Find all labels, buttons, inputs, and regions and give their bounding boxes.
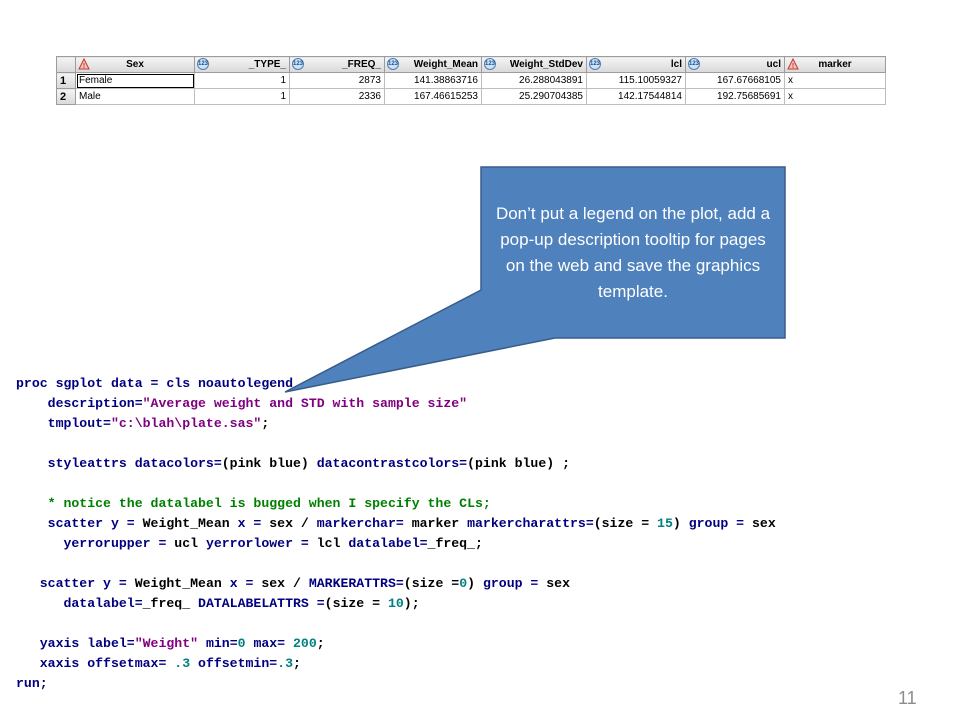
code-token: marker — [411, 516, 468, 531]
code-token: markerchar= — [316, 516, 412, 531]
code-token: lcl — [316, 536, 349, 551]
code-token: sex — [752, 516, 776, 531]
code-line: scatter y = Weight_Mean x = sex / MARKER… — [16, 574, 776, 594]
code-token: group = — [482, 576, 547, 591]
code-token: DATALABELATTRS = — [198, 596, 325, 611]
callout-text: Don’t put a legend on the plot, add a po… — [495, 203, 771, 301]
code-line: * notice the datalabel is bugged when I … — [16, 494, 776, 514]
code-line: yaxis label="Weight" min=0 max= 200; — [16, 634, 776, 654]
code-token: "Average weight and STD with sample size… — [142, 396, 468, 411]
code-token: yerrorupper = — [16, 536, 175, 551]
code-line: tmplout="c:\blah\plate.sas"; — [16, 414, 776, 434]
code-token: markercharattrs= — [467, 516, 594, 531]
code-token: 0 — [237, 636, 254, 651]
code-token: yerrorlower = — [205, 536, 317, 551]
code-token: x = — [229, 576, 262, 591]
code-token: sex — [546, 576, 571, 591]
code-token: .3 — [174, 656, 199, 671]
code-line: xaxis offsetmax= .3 offsetmin=.3; — [16, 654, 776, 674]
code-token: Weight_Mean — [142, 516, 238, 531]
code-token: ); — [403, 596, 420, 611]
code-token: description= — [16, 396, 143, 411]
code-line: scatter y = Weight_Mean x = sex / marker… — [16, 514, 776, 534]
code-line: datalabel=_freq_ DATALABELATTRS =(size =… — [16, 594, 776, 614]
code-token: offsetmin= — [198, 656, 278, 671]
code-token: ; — [316, 636, 325, 651]
page-number: 11 — [898, 688, 917, 708]
code-token: scatter y = — [16, 576, 135, 591]
code-line: styleattrs datacolors=(pink blue) dataco… — [16, 454, 776, 474]
code-line: yerrorupper = ucl yerrorlower = lcl data… — [16, 534, 776, 554]
code-token: max= — [253, 636, 294, 651]
code-token: "c:\blah\plate.sas" — [110, 416, 262, 431]
code-token: ; — [261, 416, 270, 431]
code-token: ) — [672, 516, 689, 531]
code-token: 0 — [459, 576, 468, 591]
code-token: ) — [467, 576, 483, 591]
code-token: tmplout= — [16, 416, 111, 431]
code-token: datacontrastcolors= — [316, 456, 468, 471]
code-token: proc sgplot data = cls noautolegend — [16, 376, 293, 391]
code-token: (size = — [324, 596, 388, 611]
code-token: styleattrs datacolors= — [16, 456, 222, 471]
code-token: Weight_Mean — [134, 576, 230, 591]
code-token: (size = — [403, 576, 460, 591]
code-token: .3 — [277, 656, 293, 671]
code-token: ; — [293, 656, 301, 671]
code-token: datalabel= — [348, 536, 428, 551]
code-line: proc sgplot data = cls noautolegend — [16, 374, 776, 394]
code-token: sex / — [261, 576, 309, 591]
code-token: * notice the datalabel is bugged when I … — [16, 496, 491, 511]
code-token: group = — [688, 516, 753, 531]
code-token: datalabel= — [16, 596, 143, 611]
code-token: 200 — [293, 636, 317, 651]
code-token: (pink blue) — [221, 456, 317, 471]
code-token: 10 — [387, 596, 404, 611]
code-token: _freq_; — [427, 536, 483, 551]
code-token: (size = — [593, 516, 658, 531]
code-token: scatter y = — [16, 516, 143, 531]
code-token: sex / — [269, 516, 317, 531]
code-token: (pink blue) ; — [467, 456, 570, 471]
code-token: MARKERATTRS= — [308, 576, 404, 591]
code-token: x = — [237, 516, 270, 531]
code-line: run; — [16, 674, 776, 694]
code-token: yaxis label= — [16, 636, 135, 651]
code-token: xaxis offsetmax= — [16, 656, 175, 671]
code-token: run; — [16, 676, 48, 691]
code-line: description="Average weight and STD with… — [16, 394, 776, 414]
code-token: _freq_ — [142, 596, 199, 611]
code-block: proc sgplot data = cls noautolegend desc… — [16, 374, 776, 694]
code-token: ucl — [174, 536, 206, 551]
code-token: min= — [205, 636, 238, 651]
code-token: "Weight" — [134, 636, 206, 651]
code-token: 15 — [657, 516, 673, 531]
